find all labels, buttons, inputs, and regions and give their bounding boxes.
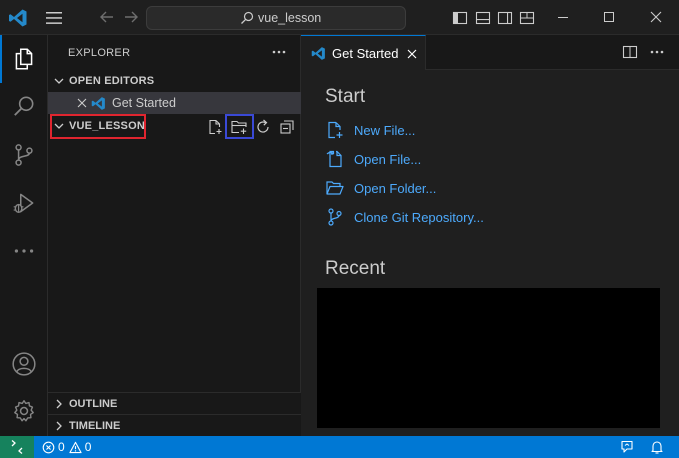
activity-search[interactable] bbox=[0, 83, 48, 131]
refresh-icon[interactable] bbox=[254, 118, 272, 136]
problems-indicator[interactable]: 0 0 bbox=[42, 439, 95, 455]
new-file-icon[interactable] bbox=[206, 118, 224, 136]
status-bar: 0 0 bbox=[0, 436, 679, 458]
toggle-primary-sidebar-icon[interactable] bbox=[452, 10, 468, 26]
command-center-search[interactable]: vue_lesson bbox=[146, 6, 406, 30]
search-icon bbox=[14, 96, 34, 116]
open-editor-item[interactable]: Get Started bbox=[48, 92, 301, 114]
activity-manage[interactable] bbox=[0, 387, 48, 435]
search-text: vue_lesson bbox=[258, 11, 322, 25]
more-icon bbox=[14, 249, 34, 253]
timeline-header[interactable]: TIMELINE bbox=[48, 414, 301, 436]
search-icon bbox=[241, 11, 254, 24]
open-editors-label: OPEN EDITORS bbox=[69, 75, 155, 87]
recent-heading: Recent bbox=[325, 258, 386, 279]
settings-gear-icon bbox=[14, 400, 34, 422]
activity-run-debug[interactable] bbox=[0, 179, 48, 227]
toggle-secondary-sidebar-icon[interactable] bbox=[497, 10, 513, 26]
open-folder-label: Open Folder... bbox=[354, 180, 437, 196]
tab-label: Get Started bbox=[332, 46, 399, 61]
chevron-down-icon bbox=[54, 78, 64, 84]
maximize-icon[interactable] bbox=[601, 9, 617, 25]
run-debug-icon bbox=[13, 193, 34, 214]
warning-icon bbox=[69, 441, 82, 453]
clone-git-repository-label: Clone Git Repository... bbox=[354, 209, 484, 225]
close-window-icon[interactable] bbox=[648, 9, 664, 25]
new-file-link[interactable]: New File... bbox=[325, 120, 415, 140]
start-heading: Start bbox=[325, 86, 366, 107]
editor-tab-bar: Get Started bbox=[301, 35, 679, 70]
open-file-icon bbox=[326, 150, 342, 168]
close-icon[interactable] bbox=[405, 47, 419, 61]
remote-icon bbox=[11, 440, 23, 454]
feedback-icon[interactable] bbox=[619, 439, 635, 455]
explorer-sidebar: EXPLORER OPEN EDITORS Get Started VUE_LE… bbox=[48, 35, 301, 436]
source-control-icon bbox=[328, 208, 342, 226]
split-editor-icon[interactable] bbox=[622, 44, 638, 60]
clone-git-repository-link[interactable]: Clone Git Repository... bbox=[325, 207, 484, 227]
activity-more[interactable] bbox=[0, 227, 48, 275]
outline-label: OUTLINE bbox=[69, 397, 118, 410]
open-file-label: Open File... bbox=[354, 151, 422, 167]
chevron-right-icon bbox=[56, 421, 62, 430]
arrow-left-icon[interactable] bbox=[98, 8, 116, 26]
account-icon bbox=[12, 352, 36, 376]
warning-count: 0 bbox=[84, 440, 92, 454]
recent-list-redacted bbox=[317, 288, 660, 428]
activity-bar bbox=[0, 35, 48, 436]
new-file-label: New File... bbox=[354, 122, 416, 138]
open-folder-icon bbox=[326, 181, 344, 195]
more-actions-icon[interactable] bbox=[647, 43, 667, 61]
open-file-link[interactable]: Open File... bbox=[325, 149, 421, 169]
timeline-label: TIMELINE bbox=[69, 419, 121, 432]
chevron-right-icon bbox=[56, 399, 62, 408]
new-file-icon bbox=[328, 121, 343, 139]
explorer-icon bbox=[15, 48, 33, 70]
open-editors-header[interactable]: OPEN EDITORS bbox=[48, 70, 301, 92]
activity-account[interactable] bbox=[0, 340, 48, 388]
outline-header[interactable]: OUTLINE bbox=[48, 392, 301, 414]
customize-layout-icon[interactable] bbox=[519, 10, 535, 26]
title-bar: vue_lesson bbox=[0, 0, 679, 35]
open-folder-link[interactable]: Open Folder... bbox=[325, 178, 436, 198]
sidebar-title: EXPLORER bbox=[68, 47, 131, 59]
open-editor-label: Get Started bbox=[112, 96, 176, 110]
activity-source-control[interactable] bbox=[0, 131, 48, 179]
notifications-bell-icon[interactable] bbox=[649, 439, 665, 455]
menu-hamburger-icon[interactable] bbox=[44, 9, 64, 27]
source-control-icon bbox=[15, 144, 33, 166]
minimize-icon[interactable] bbox=[555, 9, 571, 25]
vscode-logo-icon[interactable] bbox=[8, 8, 28, 28]
activity-explorer[interactable] bbox=[0, 35, 48, 83]
more-actions-icon[interactable] bbox=[268, 41, 290, 63]
toggle-panel-icon[interactable] bbox=[475, 10, 491, 26]
collapse-all-icon[interactable] bbox=[278, 118, 296, 136]
new-folder-icon[interactable] bbox=[230, 118, 248, 136]
folder-highlight-box bbox=[50, 114, 146, 139]
get-started-editor: Start New File... Open File... Open Fold… bbox=[301, 70, 679, 436]
vscode-logo-icon bbox=[91, 97, 105, 110]
remote-indicator[interactable] bbox=[0, 436, 34, 458]
error-count: 0 bbox=[58, 440, 65, 454]
tab-get-started[interactable]: Get Started bbox=[301, 35, 426, 70]
arrow-right-icon[interactable] bbox=[122, 8, 140, 26]
error-icon bbox=[42, 441, 55, 453]
close-icon[interactable] bbox=[75, 96, 89, 110]
vscode-logo-icon bbox=[311, 47, 325, 60]
